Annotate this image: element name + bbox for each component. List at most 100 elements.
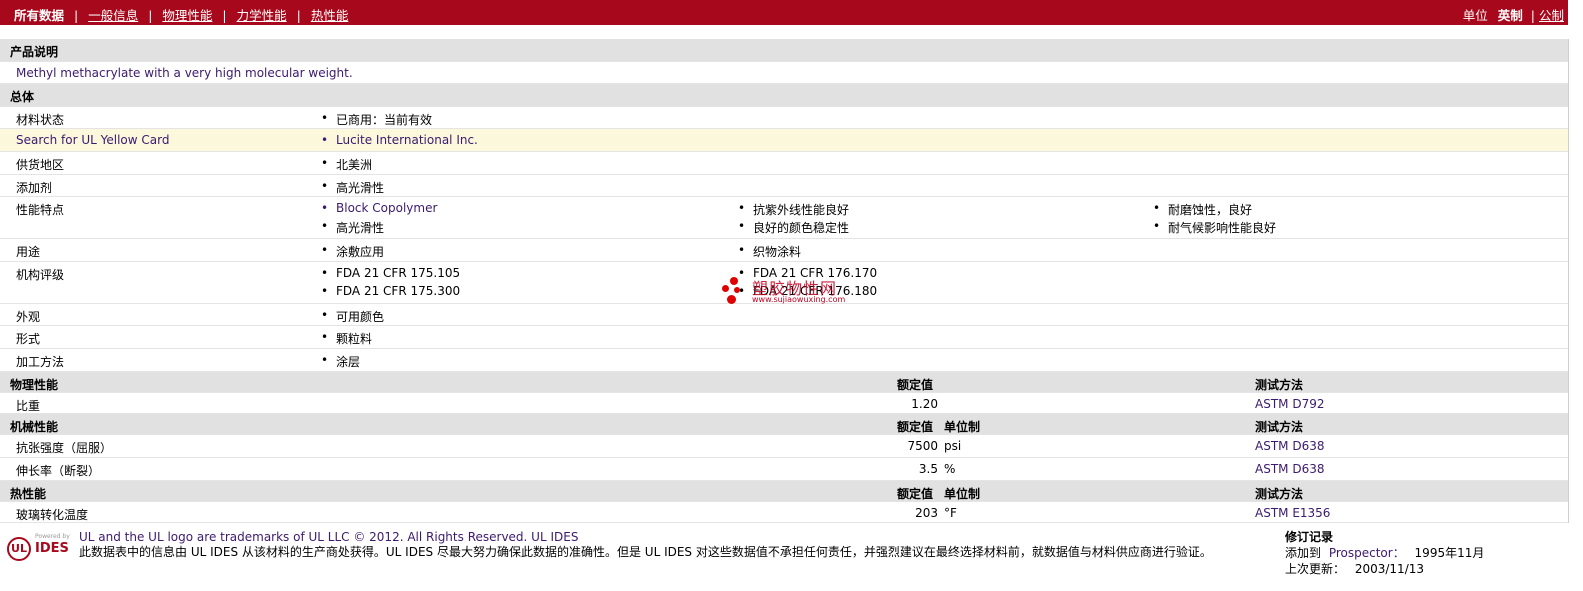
- row-value: 涂层: [321, 353, 360, 370]
- nominal-value: 7500: [907, 438, 938, 453]
- ul-yellow-card-link[interactable]: Search for UL Yellow Card: [16, 133, 169, 147]
- general-row-status: 材料状态 已商用：当前有效: [0, 107, 1568, 130]
- column-header-unit: 单位制: [944, 486, 981, 501]
- section-title: 机械性能: [10, 419, 59, 434]
- ul-logo-circle: UL: [7, 537, 31, 561]
- row-label: 形式: [16, 332, 41, 347]
- nav-mechanical-link[interactable]: 力学性能: [237, 5, 287, 24]
- nav-separator: |: [222, 8, 227, 23]
- row-value: 织物涂料: [738, 243, 801, 260]
- row-label: 添加剂: [16, 180, 53, 195]
- test-method-link[interactable]: ASTM E1356: [1255, 506, 1330, 520]
- row-label: 材料状态: [16, 112, 65, 127]
- mechanical-row-elongation: 伸长率（断裂） 3.5 % ASTM D638: [0, 458, 1568, 481]
- test-method-link[interactable]: ASTM D792: [1255, 397, 1324, 411]
- row-value: FDA 21 CFR 175.105: [321, 266, 460, 280]
- logo-ides: IDES: [35, 541, 69, 556]
- section-header-description: 产品说明: [0, 39, 1568, 62]
- top-nav-bar: 所有数据 | 一般信息 | 物理性能 | 力学性能 | 热性能 单位 英制 | …: [0, 0, 1568, 25]
- value-unit: °F: [944, 505, 957, 520]
- test-method-link[interactable]: ASTM D638: [1255, 439, 1324, 453]
- nav-all-data: 所有数据: [14, 8, 65, 23]
- general-row-additives: 添加剂 高光滑性: [0, 175, 1568, 198]
- prospector-link[interactable]: Prospector：: [1325, 546, 1405, 560]
- row-label: 加工方法: [16, 354, 65, 369]
- revision-title: 修订记录: [1285, 530, 1334, 544]
- watermark-dot: [722, 285, 729, 292]
- row-value: 高光滑性: [321, 179, 384, 196]
- unit-english-current: 英制: [1497, 8, 1523, 23]
- general-row-region: 供货地区 北美洲: [0, 152, 1568, 175]
- watermark-dot: [730, 277, 738, 285]
- row-value: 抗紫外线性能良好: [738, 201, 849, 218]
- row-value: 已商用：当前有效: [321, 111, 432, 128]
- section-header-general: 总体: [0, 84, 1568, 107]
- row-value: 良好的颜色稳定性: [738, 219, 849, 236]
- test-method-link[interactable]: ASTM D638: [1255, 462, 1324, 476]
- row-value: Block Copolymer: [321, 201, 437, 215]
- nav-thermal-link[interactable]: 热性能: [311, 5, 349, 24]
- section-header-thermal: 热性能 额定值 单位制 测试方法: [0, 480, 1568, 502]
- row-value: 耐磨蚀性，良好: [1153, 201, 1252, 218]
- section-title: 总体: [10, 90, 35, 105]
- units-label: 单位: [1462, 8, 1488, 23]
- column-header-method: 测试方法: [1255, 486, 1304, 501]
- value-unit: psi: [944, 438, 962, 453]
- revision-history: 修订记录 添加到 Prospector： 1995年11月 上次更新： 2003…: [1285, 529, 1484, 577]
- revision-added: 添加到 Prospector： 1995年11月: [1285, 545, 1484, 561]
- ul-ides-logo: UL Powered by IDES: [7, 533, 71, 563]
- updated-label: 上次更新：: [1285, 562, 1346, 576]
- physical-row: 比重 1.20 ASTM D792: [0, 393, 1568, 414]
- product-description: Methyl methacrylate with a very high mol…: [16, 65, 353, 80]
- revision-updated: 上次更新： 2003/11/13: [1285, 561, 1484, 577]
- nav-physical-link[interactable]: 物理性能: [162, 5, 212, 24]
- value-unit: %: [944, 461, 956, 476]
- description-row: Methyl methacrylate with a very high mol…: [0, 62, 1568, 85]
- nav-general-info-link[interactable]: 一般信息: [88, 5, 138, 24]
- section-header-mechanical: 机械性能 额定值 单位制 测试方法: [0, 413, 1568, 435]
- general-row-uses: 用途 涂敷应用 织物涂料: [0, 239, 1568, 262]
- row-value: 北美洲: [321, 156, 372, 173]
- section-title: 产品说明: [10, 45, 59, 59]
- row-label: 抗张强度（屈服）: [16, 440, 113, 455]
- footer-text: UL and the UL logo are trademarks of UL …: [79, 530, 1239, 560]
- added-label: 添加到: [1285, 546, 1322, 560]
- disclaimer-text: 此数据表中的信息由 UL IDES 从该材料的生产商处获得。UL IDES 尽最…: [79, 545, 1212, 559]
- row-value: 耐气候影响性能良好: [1153, 219, 1276, 236]
- added-date: 1995年11月: [1414, 546, 1485, 560]
- general-row-features: 性能特点 Block Copolymer 抗紫外线性能良好 耐磨蚀性，良好 高光…: [0, 197, 1568, 240]
- general-row-yellow-card: Search for UL Yellow Card Lucite Interna…: [0, 129, 1568, 152]
- row-label: 比重: [16, 398, 41, 413]
- site-watermark: 塑胶物性网 www.sujiaowuxing.com: [716, 273, 866, 313]
- nominal-value: 3.5: [918, 461, 938, 476]
- section-header-physical: 物理性能 额定值 测试方法: [0, 371, 1568, 393]
- general-row-form: 形式 颗粒料: [0, 326, 1568, 349]
- nominal-value: 203: [915, 505, 938, 520]
- general-row-processing: 加工方法 涂层: [0, 349, 1568, 372]
- row-value: FDA 21 CFR 175.300: [321, 284, 460, 298]
- row-label: 用途: [16, 245, 41, 260]
- row-value: 高光滑性: [321, 219, 384, 236]
- unit-metric-link[interactable]: 公制: [1539, 8, 1564, 23]
- column-header-unit: 单位制: [944, 419, 981, 434]
- nav-separator: |: [296, 8, 301, 23]
- thermal-row-tg: 玻璃转化温度 203 °F ASTM E1356: [0, 502, 1568, 523]
- section-nav: 所有数据 | 一般信息 | 物理性能 | 力学性能 | 热性能: [0, 5, 348, 24]
- column-header-method: 测试方法: [1255, 419, 1304, 434]
- column-header-value: 额定值: [897, 486, 934, 501]
- row-value: 可用颜色: [321, 308, 384, 325]
- row-label: 玻璃转化温度: [16, 507, 89, 522]
- nominal-value: 1.20: [911, 396, 938, 411]
- logo-powered-by: Powered by: [35, 533, 70, 540]
- row-value: 涂敷应用: [321, 243, 384, 260]
- section-title: 热性能: [10, 486, 47, 501]
- row-label: 性能特点: [16, 203, 65, 218]
- nav-separator: |: [148, 8, 153, 23]
- mechanical-row-tensile: 抗张强度（屈服） 7500 psi ASTM D638: [0, 435, 1568, 458]
- watermark-dot: [734, 287, 740, 293]
- row-label: 伸长率（断裂）: [16, 463, 101, 478]
- trademark-notice: UL and the UL logo are trademarks of UL …: [79, 530, 579, 544]
- row-label: 机构评级: [16, 267, 65, 282]
- row-value: 颗粒料: [321, 330, 372, 347]
- supplier-link[interactable]: Lucite International Inc.: [321, 133, 478, 147]
